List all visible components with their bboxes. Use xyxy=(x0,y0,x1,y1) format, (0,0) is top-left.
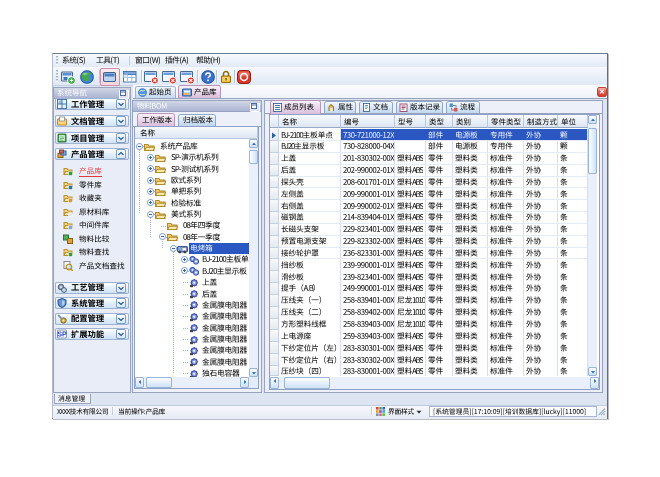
svg-text:SP: SP xyxy=(57,332,67,339)
